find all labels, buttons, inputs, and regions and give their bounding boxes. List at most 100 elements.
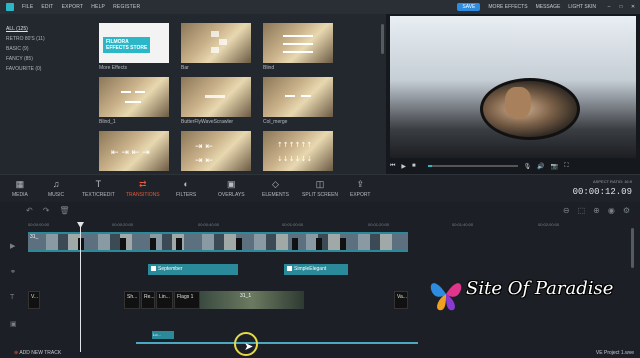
effect-tile-butterfly[interactable]: ButterFlyWaveScrawler — [181, 77, 251, 125]
category-favourite[interactable]: FAVOURITE (0) — [0, 64, 93, 74]
step-back-icon[interactable]: ⏮ — [390, 163, 395, 170]
light-skin-button[interactable]: LIGHT SKIN — [568, 4, 596, 10]
timeline-right-tools: ⊖ ⬚ ⊕ ◉ ⚙ — [555, 206, 630, 215]
playback-progress[interactable] — [427, 165, 518, 167]
pip-clip[interactable]: V... — [28, 291, 40, 309]
pip-clip-label: 31_1 — [240, 293, 252, 299]
transition-marker[interactable] — [236, 238, 242, 250]
ruler-tick: 00:02:00:00 — [538, 222, 560, 227]
minimize-icon[interactable]: – — [604, 4, 614, 10]
category-basic[interactable]: BASIC (9) — [0, 44, 93, 54]
effect-label: ButterFlyWaveScrawler — [181, 119, 234, 125]
maximize-icon[interactable]: □ — [616, 4, 626, 10]
effect-tile-blind-1[interactable]: Blind_1 — [99, 77, 169, 125]
category-fancy[interactable]: FANCY (85) — [0, 54, 93, 64]
effect-tile-8[interactable]: ⇥ ⇤ ⇥ ⇤ — [181, 131, 251, 173]
tool-elements[interactable]: ◇ ELEMENTS — [262, 179, 289, 198]
ruler-tick: 00:01:00:00 — [282, 222, 304, 227]
transition-marker[interactable] — [292, 238, 298, 250]
category-all[interactable]: ALL (125) — [0, 24, 93, 34]
zoom-fit-icon[interactable]: ⬚ — [578, 206, 586, 215]
grid-scrollbar[interactable] — [381, 24, 384, 54]
effect-tile-9[interactable]: ↑↑↑↑↑↑ ↓↓↓↓↓↓ — [263, 131, 333, 173]
close-icon[interactable]: ✕ — [628, 4, 638, 10]
zoom-in-icon[interactable]: ⊕ — [593, 206, 600, 215]
pip-clip-long[interactable]: 31_1 — [200, 291, 304, 309]
text-clip-simple-elegant[interactable]: SimpleElegant — [284, 264, 348, 275]
delete-icon[interactable]: 🗑 — [59, 206, 69, 215]
export-icon: ⇪ — [356, 179, 364, 189]
category-retro[interactable]: RETRO 80'S (11) — [0, 34, 93, 44]
message-button[interactable]: MESSAGE — [536, 4, 561, 10]
save-button[interactable]: SAVE — [457, 3, 481, 11]
effect-tile-7[interactable]: ⇤ ⇥ ⇤ ⇥ — [99, 131, 169, 173]
pip-clip[interactable]: Re... — [141, 291, 155, 309]
pip-clip[interactable]: Va... — [394, 291, 408, 309]
microphone-icon[interactable]: 🎙 — [524, 163, 532, 170]
effect-label: Bar — [181, 65, 189, 71]
pip-clip[interactable]: Sh... — [124, 291, 140, 309]
tool-transitions[interactable]: ⇄ TRANSITIONS — [126, 179, 160, 198]
pip-clip[interactable]: Flags 1 — [174, 291, 200, 309]
tool-split-screen[interactable]: ◫ SPLIT SCREEN — [302, 179, 338, 198]
effect-thumbnail: ↑↑↑↑↑↑ ↓↓↓↓↓↓ — [263, 131, 333, 171]
effect-tile-more-effects[interactable]: FILMORA EFFECTS STORE More Effects — [99, 23, 169, 71]
timeline-horizontal-scrollbar[interactable] — [136, 342, 418, 344]
text-clip-september[interactable]: September — [148, 264, 238, 275]
effect-tile-col-merge[interactable]: Col_merge — [263, 77, 333, 125]
tool-overlays[interactable]: ▣ OVERLAYS — [218, 179, 245, 198]
timeline-vertical-scrollbar[interactable] — [631, 228, 634, 268]
transition-marker[interactable] — [176, 238, 182, 250]
text-clip-icon — [151, 266, 156, 272]
settings-icon[interactable]: ⚙ — [623, 206, 630, 215]
bar-pattern-icon — [211, 31, 227, 53]
more-effects-button[interactable]: MORE EFFECTS — [488, 4, 527, 10]
redo-icon[interactable]: ↷ — [43, 206, 50, 215]
undo-icon[interactable]: ↶ — [26, 206, 33, 215]
text-track-icon: T — [10, 294, 15, 301]
tool-music[interactable]: ♫ MUSIC — [48, 179, 64, 198]
transition-marker[interactable] — [340, 238, 346, 250]
menu-export[interactable]: EXPORT — [62, 4, 84, 10]
menu-edit[interactable]: EDIT — [41, 4, 53, 10]
transition-marker[interactable] — [316, 238, 322, 250]
playback-controls: ⏮ ▶ ■ 🎙 🔊 📷 ⛶ — [390, 161, 636, 171]
playhead[interactable] — [80, 224, 81, 352]
main-toolbar: ▦ MEDIA ♫ MUSIC T TEXT/CREDIT ⇄ TRANSITIONS … — [0, 174, 640, 202]
effect-tile-bar[interactable]: Bar — [181, 23, 251, 71]
effect-thumbnail — [181, 77, 251, 117]
zoom-out-icon[interactable]: ⊖ — [563, 206, 570, 215]
tool-filters[interactable]: ◐ FILTERS — [176, 179, 196, 198]
ruler-tick: 00:01:20:00 — [368, 222, 390, 227]
snapshot-icon[interactable]: 📷 — [551, 163, 558, 170]
ruler-tick: 00:00:40:00 — [198, 222, 220, 227]
aspect-ratio[interactable]: ASPECT RATIO: 16:9 — [593, 179, 632, 184]
tool-export[interactable]: ⇪ EXPORT — [350, 179, 370, 198]
tool-label: ELEMENTS — [262, 192, 289, 198]
transition-marker[interactable] — [150, 238, 156, 250]
tool-label: MUSIC — [48, 192, 65, 198]
timeline-ruler[interactable]: 00:00:00:00 00:00:20:00 00:00:40:00 00:0… — [28, 222, 628, 230]
timeline-edit-tools: ↶ ↷ 🗑 — [26, 206, 80, 215]
fullscreen-icon[interactable]: ⛶ — [564, 163, 568, 170]
transition-marker[interactable] — [78, 238, 84, 250]
voiceover-icon[interactable]: ◉ — [608, 206, 615, 215]
effect-label: Blind — [263, 65, 275, 71]
add-new-track-button[interactable]: ⊕ ADD NEW TRACK — [14, 350, 61, 356]
menu-help[interactable]: HELP — [91, 4, 105, 10]
preview-video — [390, 16, 636, 158]
small-clip[interactable]: Lo... — [152, 331, 174, 339]
effect-tile-blind[interactable]: Blind — [263, 23, 333, 71]
tool-text[interactable]: T TEXT/CREDIT — [82, 179, 115, 198]
transition-marker[interactable] — [120, 238, 126, 250]
effect-thumbnail — [181, 23, 251, 63]
menu-register[interactable]: REGISTER — [113, 4, 140, 10]
col-merge-pattern-icon — [285, 95, 311, 97]
menu-file[interactable]: FILE — [22, 4, 33, 10]
stop-icon[interactable]: ■ — [412, 163, 416, 169]
play-icon[interactable]: ▶ — [401, 163, 406, 170]
tool-media[interactable]: ▦ MEDIA — [12, 179, 28, 198]
volume-icon[interactable]: 🔊 — [537, 163, 544, 170]
video-clip[interactable]: 31_ — [28, 232, 408, 252]
pip-clip[interactable]: Lin... — [156, 291, 173, 309]
